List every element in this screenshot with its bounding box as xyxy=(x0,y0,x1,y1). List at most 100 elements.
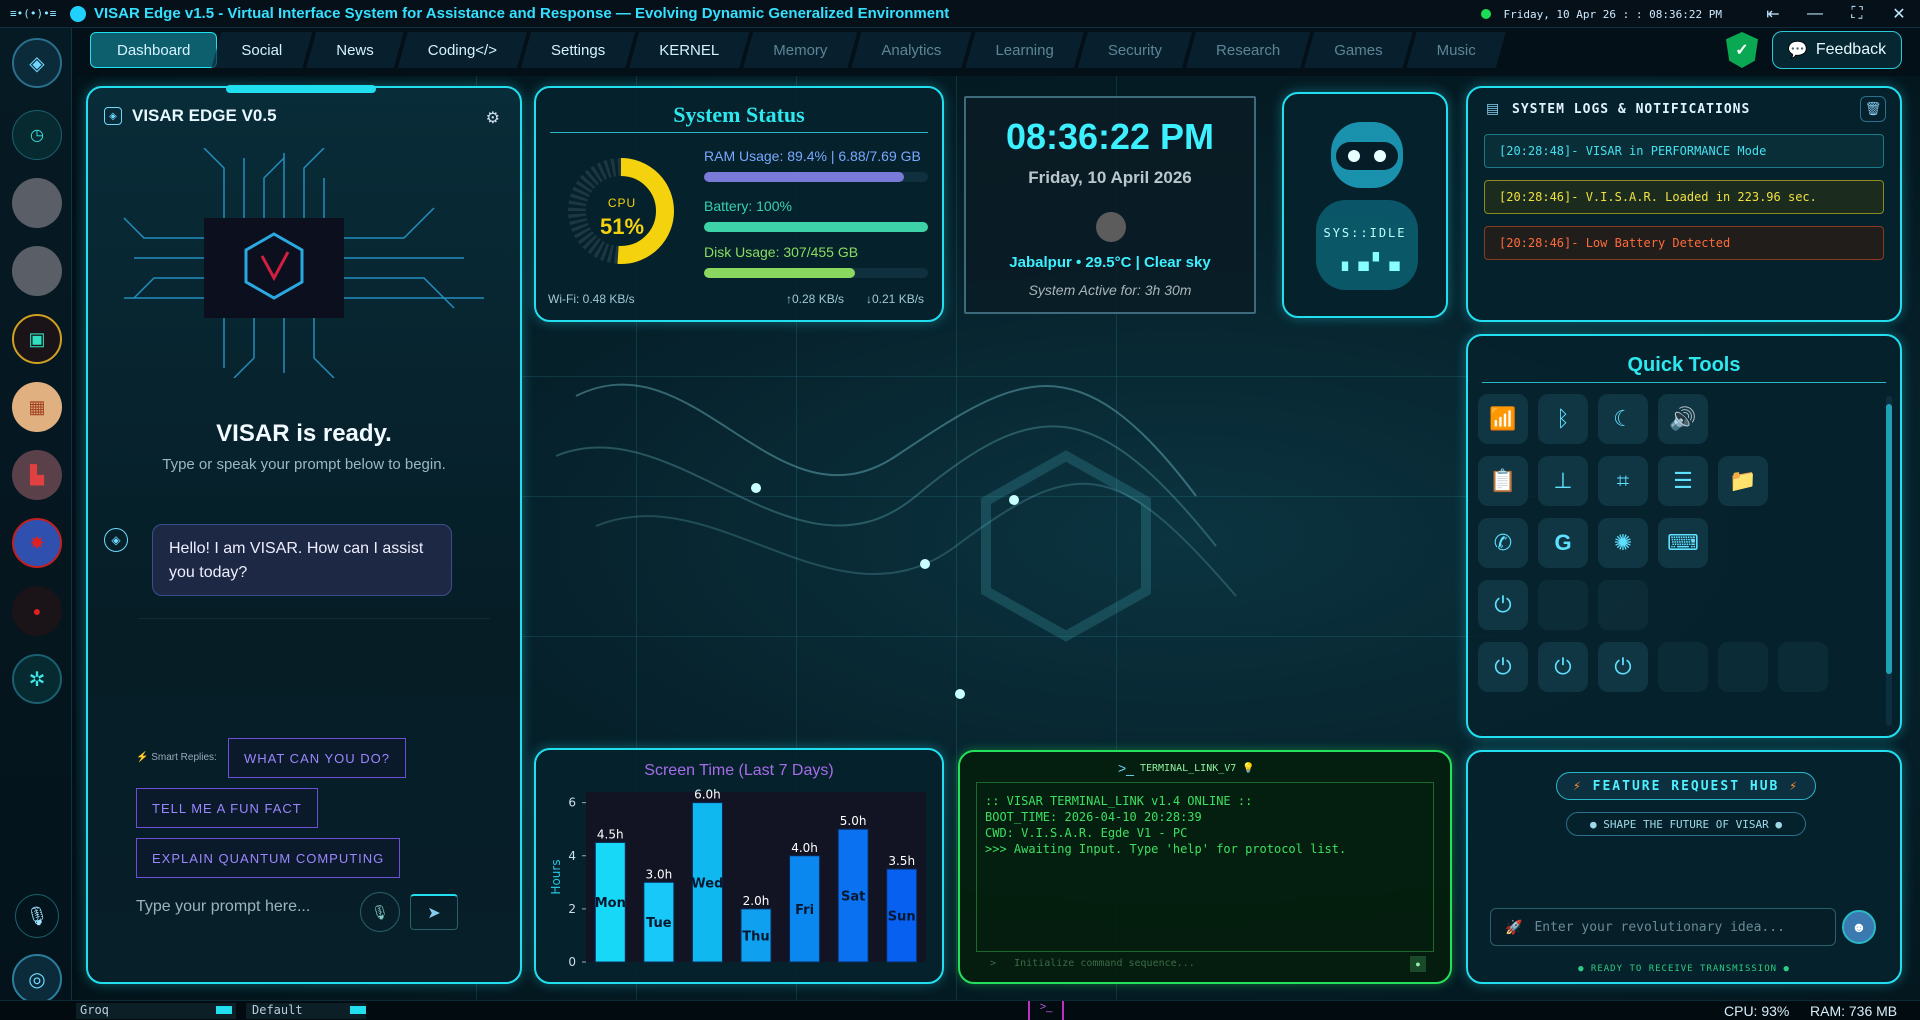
comment-icon: 💬 xyxy=(1787,42,1808,59)
online-status-icon xyxy=(1481,9,1492,19)
whatsapp-icon[interactable]: ✆ xyxy=(1478,518,1528,568)
core-icon[interactable]: ◎ xyxy=(12,954,62,1004)
app-menu-logo[interactable]: ≡•(•)•≡ xyxy=(10,7,70,20)
y-axis-label: Hours xyxy=(549,859,563,894)
console-toggle-icon[interactable]: >_ xyxy=(1028,1001,1064,1020)
terminal-lines: :: VISAR TERMINAL_LINK v1.4 ONLINE :: BO… xyxy=(985,793,1346,857)
robot-icon xyxy=(1316,122,1418,290)
provider-toggle[interactable] xyxy=(216,1006,232,1014)
record-app-icon[interactable]: ● xyxy=(12,586,62,636)
visar-logo-icon: ◈ xyxy=(104,107,122,125)
idea-input[interactable]: 🚀 Enter your revolutionary idea... xyxy=(1490,908,1836,946)
wifi-speed: Wi-Fi: 0.48 KB/s xyxy=(548,292,635,306)
clear-logs-icon[interactable]: 🗑 xyxy=(1860,96,1886,122)
sidebar-toggle-icon[interactable]: ⇤ xyxy=(1752,4,1794,24)
stamp-icon[interactable]: ⊥ xyxy=(1538,456,1588,506)
tab-games[interactable]: Games xyxy=(1304,32,1412,68)
bar-value-label: 5.0h xyxy=(840,814,867,828)
power-icon[interactable]: ⏻ xyxy=(1538,642,1588,692)
smart-replies-label: ⚡ Smart Replies: xyxy=(136,752,217,763)
blocks-app-icon[interactable]: ▙ xyxy=(12,450,62,500)
lightbulb-icon[interactable]: 💡 xyxy=(1242,763,1254,774)
tab-research[interactable]: Research xyxy=(1186,32,1310,68)
model-select[interactable]: Default xyxy=(246,1003,366,1019)
submit-idea-icon[interactable]: ☻ xyxy=(1842,910,1876,944)
ram-bar xyxy=(704,172,905,182)
clipboard-icon[interactable]: 📋 xyxy=(1478,456,1528,506)
disk-track xyxy=(704,268,928,278)
close-button[interactable]: ✕ xyxy=(1878,4,1920,24)
tab-analytics[interactable]: Analytics xyxy=(851,32,971,68)
clock-date: Friday, 10 April 2026 xyxy=(1028,168,1192,187)
bluetooth-icon[interactable]: ᛒ xyxy=(1538,394,1588,444)
smart-reply-fun-fact[interactable]: TELL ME A FUN FACT xyxy=(136,788,318,828)
bar-value-label: 4.5h xyxy=(597,827,624,841)
accessibility-icon[interactable]: ✲ xyxy=(12,654,62,704)
tab-security[interactable]: Security xyxy=(1078,32,1192,68)
power-icon[interactable]: ⏻ xyxy=(1478,642,1528,692)
maximize-button[interactable]: ⛶ xyxy=(1836,5,1878,23)
openai-icon[interactable]: ✺ xyxy=(1598,518,1648,568)
game-app-icon[interactable]: ▣ xyxy=(12,314,62,364)
quick-tools-title: Quick Tools xyxy=(1627,354,1741,376)
battery-track xyxy=(704,222,928,232)
tab-memory[interactable]: Memory xyxy=(743,32,857,68)
power-icon[interactable]: ⏻ xyxy=(1478,580,1528,630)
bar-value-label: 3.5h xyxy=(888,854,915,868)
bar-category-label: Sun xyxy=(888,910,916,925)
feedback-button[interactable]: 💬 Feedback xyxy=(1772,31,1902,69)
minimize-button[interactable]: — xyxy=(1794,5,1836,23)
terminal-icon[interactable]: ⌨ xyxy=(1658,518,1708,568)
tab-coding[interactable]: Coding</> xyxy=(398,32,527,68)
night-mode-icon[interactable]: ☾ xyxy=(1598,394,1648,444)
folder-icon[interactable]: 📁 xyxy=(1718,456,1768,506)
robot-status: SYS::IDLE xyxy=(1323,226,1407,240)
terminal-output: :: VISAR TERMINAL_LINK v1.4 ONLINE :: BO… xyxy=(976,782,1434,952)
tab-news[interactable]: News xyxy=(306,32,404,68)
tab-dashboard[interactable]: Dashboard xyxy=(90,32,218,68)
panel-accent xyxy=(226,85,376,93)
provider-select[interactable]: Groq xyxy=(76,1003,236,1019)
screen-time-chart: 0 2 4 6 Hours 4.5h Mon 3.0h Tue 6.0h Wed 2.0h Thu 4.0… xyxy=(549,788,926,969)
tab-music[interactable]: Music xyxy=(1407,32,1506,68)
chat-settings-icon[interactable]: ⚙ xyxy=(486,108,500,128)
tab-social[interactable]: Social xyxy=(211,32,312,68)
qr-scan-icon[interactable]: ⌗ xyxy=(1598,456,1648,506)
app-sidebar: ◈ ◷ ▣ ▦ ▙ ✸ ● ✲ 🎙 ◎ xyxy=(0,28,72,1004)
weather-info: Jabalpur • 29.5°C | Clear sky xyxy=(1009,254,1211,271)
tab-kernel[interactable]: KERNEL xyxy=(629,32,749,68)
terminal-send-icon[interactable]: ● xyxy=(1410,956,1426,972)
ready-subtitle: Type or speak your prompt below to begin… xyxy=(162,456,446,473)
visar-logo-icon[interactable]: ◈ xyxy=(12,38,62,88)
main-nav: Dashboard Social News Coding</> Settings… xyxy=(90,32,1500,68)
smart-reply-what-can-you-do[interactable]: WHAT CAN YOU DO? xyxy=(228,738,407,778)
spiderman-app-icon[interactable]: ✸ xyxy=(12,518,62,568)
security-shield-icon[interactable]: ✓ xyxy=(1726,32,1758,68)
log-entry: [20:28:46]- Low Battery Detected xyxy=(1484,226,1884,260)
power-icon[interactable]: ⏻ xyxy=(1598,642,1648,692)
puzzle-app-icon[interactable]: ▦ xyxy=(12,382,62,432)
tools-scrollbar[interactable] xyxy=(1886,396,1892,726)
terminal-input[interactable]: > Initialize command sequence... xyxy=(990,958,1195,969)
wifi-icon[interactable]: 📶 xyxy=(1478,394,1528,444)
send-icon[interactable]: ➤ xyxy=(410,894,458,930)
tab-learning[interactable]: Learning xyxy=(965,32,1083,68)
terminal-prompt-icon: >_ xyxy=(1118,760,1134,776)
google-icon[interactable]: G xyxy=(1538,518,1588,568)
app-shortcut-2[interactable] xyxy=(12,246,62,296)
mic-icon[interactable]: 🎙 xyxy=(360,892,400,932)
volume-icon[interactable]: 🔊 xyxy=(1658,394,1708,444)
chat-input[interactable]: Type your prompt here... xyxy=(136,894,316,924)
feature-hub-subtitle: ● SHAPE THE FUTURE OF VISAR ● xyxy=(1566,812,1806,836)
model-toggle[interactable] xyxy=(350,1006,366,1014)
mic-icon[interactable]: 🎙 xyxy=(15,894,59,938)
bar-category-label: Tue xyxy=(646,916,672,931)
app-shortcut-1[interactable] xyxy=(12,178,62,228)
tab-settings[interactable]: Settings xyxy=(521,32,635,68)
clock-icon[interactable]: ◷ xyxy=(12,110,62,160)
feedback-label: Feedback xyxy=(1815,41,1887,58)
smart-reply-quantum[interactable]: EXPLAIN QUANTUM COMPUTING xyxy=(136,838,401,878)
ram-label: RAM Usage: 89.4% | 6.88/7.69 GB xyxy=(704,148,921,164)
checklist-icon[interactable]: ☰ xyxy=(1658,456,1708,506)
disk-bar xyxy=(704,268,856,278)
